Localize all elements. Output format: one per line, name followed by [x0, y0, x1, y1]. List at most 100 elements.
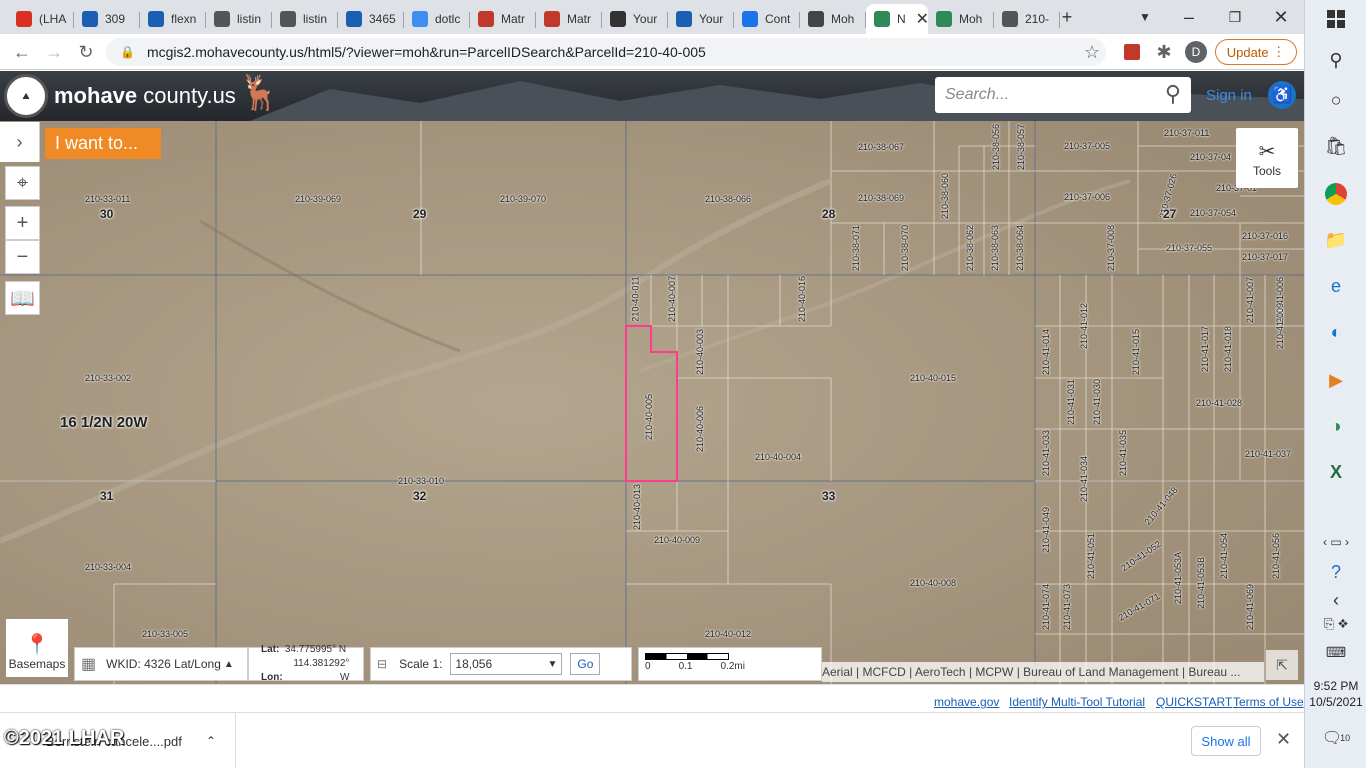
parcel-label[interactable]: 210-37-006: [1064, 192, 1110, 202]
parcel-label[interactable]: 210-41-014: [1041, 329, 1051, 375]
browser-tab[interactable]: flexn: [140, 4, 206, 34]
browser-tab[interactable]: 210-: [994, 4, 1060, 34]
chrome-icon[interactable]: [1320, 178, 1352, 210]
parcel-label[interactable]: 210-38-064: [1015, 225, 1025, 271]
zoom-in-button[interactable]: +: [5, 206, 40, 240]
parcel-label[interactable]: 210-39-069: [295, 194, 341, 204]
parcel-label[interactable]: 210-41-051: [1086, 533, 1096, 579]
browser-tab[interactable]: Matr: [536, 4, 602, 34]
parcel-label[interactable]: 210-37-011: [1164, 128, 1209, 138]
basemaps-button[interactable]: 📍 Basemaps: [6, 619, 68, 677]
profile-avatar[interactable]: D: [1182, 38, 1210, 66]
parcel-label[interactable]: 210-38-067: [858, 142, 904, 152]
locate-icon[interactable]: ⌖: [5, 166, 40, 200]
parcel-label[interactable]: 210-41-054: [1219, 533, 1229, 579]
parcel-label[interactable]: 210-38-060: [940, 173, 950, 219]
i-want-to-menu[interactable]: I want to...: [45, 128, 161, 159]
brand-logo[interactable]: mohave county.us: [54, 83, 236, 109]
close-icon[interactable]: ✕: [1276, 729, 1291, 750]
browser-tab[interactable]: listin: [272, 4, 338, 34]
parcel-label[interactable]: 210-37-016: [1242, 231, 1288, 241]
parcel-label[interactable]: 210-37-017: [1242, 252, 1288, 262]
forward-icon[interactable]: →: [40, 38, 68, 66]
parcel-label[interactable]: 210-41-074: [1041, 584, 1051, 630]
parcel-label[interactable]: 210-33-005: [142, 629, 188, 639]
parcel-label[interactable]: 210-41-033: [1041, 430, 1051, 476]
parcel-label[interactable]: 210-38-070: [900, 225, 910, 271]
wkid-selector[interactable]: ▦ WKID: 4326 Lat/Long ▲: [74, 647, 248, 681]
reload-icon[interactable]: ↻: [72, 38, 100, 66]
parcel-label[interactable]: 210-41-030: [1092, 379, 1102, 425]
browser-tab[interactable]: dotlc: [404, 4, 470, 34]
close-tab-icon[interactable]: ✕: [916, 9, 928, 29]
mohave-gov-link[interactable]: mohave.gov: [934, 695, 999, 709]
parcel-label[interactable]: 210-41-037: [1245, 449, 1291, 459]
parcel-label[interactable]: 210-37-054: [1190, 208, 1236, 218]
parcel-label[interactable]: 210-41-031: [1066, 379, 1076, 425]
parcel-label[interactable]: 210-41-049: [1041, 507, 1051, 553]
search-input[interactable]: Search... ⚲: [935, 77, 1191, 113]
quickstart-link[interactable]: QUICKSTART: [1156, 695, 1232, 709]
parcel-label[interactable]: 210-38-066: [705, 194, 751, 204]
task-view-icon[interactable]: ○: [1320, 84, 1352, 116]
parcel-label[interactable]: 210-33-002: [85, 373, 131, 383]
collapse-icon[interactable]: ⇱: [1266, 650, 1298, 680]
back-icon[interactable]: ←: [8, 38, 36, 66]
browser-tab[interactable]: Your: [668, 4, 734, 34]
windows-start-icon[interactable]: [1320, 3, 1352, 35]
parcel-label[interactable]: 210-41-015: [1131, 329, 1141, 375]
terms-link[interactable]: Terms of Use: [1233, 695, 1304, 709]
parcel-label[interactable]: 210-41-035: [1118, 430, 1128, 476]
parcel-label[interactable]: 210-37-04: [1190, 152, 1231, 162]
show-all-button[interactable]: Show all: [1191, 726, 1261, 756]
parcel-label[interactable]: 210-33-011: [85, 194, 130, 204]
parcel-label[interactable]: 210-33-010: [398, 476, 444, 486]
parcel-label[interactable]: 210-41-034: [1079, 456, 1089, 502]
parcel-label[interactable]: 210-41-028: [1196, 398, 1242, 408]
parcel-label[interactable]: 210-38-069: [858, 193, 904, 203]
pdf-extension-icon[interactable]: [1118, 38, 1146, 66]
restore-button[interactable]: ❐: [1220, 2, 1250, 32]
parcel-label[interactable]: 210-37-055: [1166, 243, 1212, 253]
browser-tab[interactable]: 3465: [338, 4, 404, 34]
tray-scroll-bar[interactable]: ‹ ▭ ›: [1320, 526, 1352, 558]
browser-tab[interactable]: N ✕: [866, 4, 928, 34]
browser-tab[interactable]: Moh: [928, 4, 994, 34]
parcel-label[interactable]: 210-40-016: [797, 276, 807, 322]
zoom-out-button[interactable]: −: [5, 240, 40, 274]
parcel-label[interactable]: 210-41-017: [1200, 326, 1210, 372]
browser-tab[interactable]: 309: [74, 4, 140, 34]
update-button[interactable]: Update ⋮: [1215, 39, 1297, 65]
panel-expand-button[interactable]: ›: [0, 122, 40, 162]
search-icon[interactable]: ⚲: [1320, 44, 1352, 76]
keyboard-icon[interactable]: ⌨: [1320, 636, 1352, 668]
new-tab-button[interactable]: +: [1052, 2, 1082, 32]
internet-explorer-icon[interactable]: e: [1320, 270, 1352, 302]
parcel-label[interactable]: 210-41-018: [1223, 326, 1233, 372]
browser-tab[interactable]: Your: [602, 4, 668, 34]
go-button[interactable]: Go: [570, 653, 601, 675]
parcel-label[interactable]: 210-41-053A: [1173, 552, 1183, 604]
bookmark-star-icon[interactable]: ☆: [1078, 38, 1106, 66]
parcel-label[interactable]: 210-38-057: [1016, 124, 1026, 170]
minimize-button[interactable]: –: [1174, 2, 1204, 32]
edge-dev-icon[interactable]: ◑: [1320, 410, 1352, 442]
parcel-label[interactable]: 210-40-006: [695, 406, 705, 452]
edge-icon[interactable]: ◐: [1320, 316, 1352, 348]
search-icon[interactable]: ⚲: [1165, 81, 1181, 107]
store-icon[interactable]: 🛍: [1320, 130, 1352, 162]
parcel-label[interactable]: 210-41-053B: [1196, 557, 1206, 609]
parcel-label[interactable]: 210-37-005: [1064, 141, 1110, 151]
parcel-label[interactable]: 210-40-007: [667, 276, 677, 322]
sign-in-link[interactable]: Sign in: [1206, 87, 1252, 104]
parcel-label[interactable]: 210-40-004: [755, 452, 801, 462]
media-player-icon[interactable]: ▶: [1320, 364, 1352, 396]
parcel-label-selected[interactable]: 210-40-005: [644, 394, 654, 440]
browser-tab[interactable]: listin: [206, 4, 272, 34]
close-window-button[interactable]: ✕: [1266, 2, 1296, 32]
parcel-label[interactable]: 210-38-062: [965, 225, 975, 271]
parcel-label[interactable]: 210-41-073: [1062, 584, 1072, 630]
address-bar[interactable]: 🔒 mcgis2.mohavecounty.us/html5/?viewer=m…: [106, 38, 1106, 66]
parcel-label[interactable]: 210-40-008: [910, 578, 956, 588]
browser-tab[interactable]: Matr: [470, 4, 536, 34]
